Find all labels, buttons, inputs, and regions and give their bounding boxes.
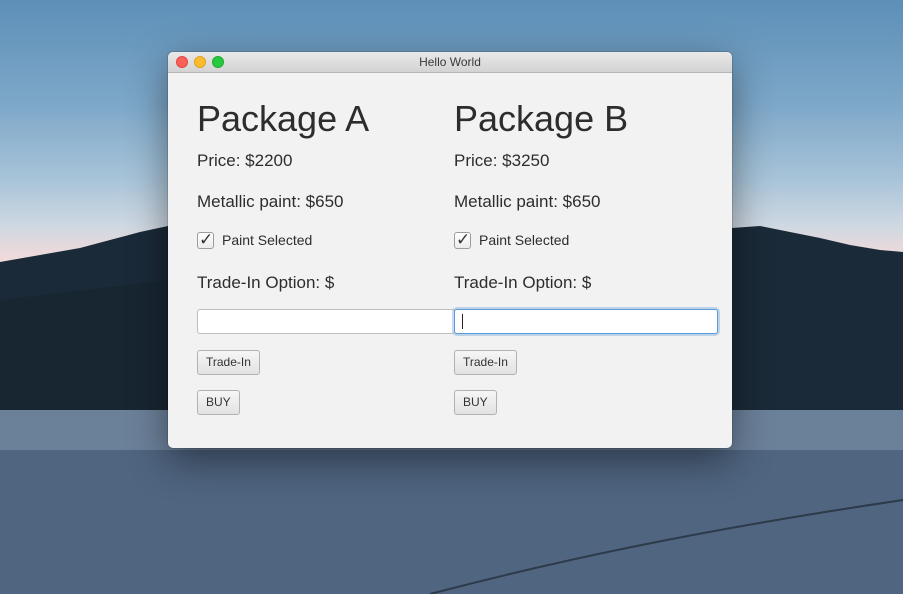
package-b-trade-in-label: Trade-In Option: $ [454,273,592,292]
package-b-metallic-paint: Metallic paint: $650 [454,192,601,211]
package-a-paint-checkbox[interactable]: ✓ [197,229,214,249]
package-b-buy-button[interactable]: BUY [454,390,497,415]
package-a-heading: Package A [197,98,370,139]
desktop-background: Hello World Package A Price: $2200 Metal… [0,0,903,594]
checkmark-icon: ✓ [199,229,214,249]
package-a-trade-in-input[interactable] [197,309,455,334]
package-a-paint-checkbox-label[interactable]: Paint Selected [222,232,312,248]
package-a-trade-in-label: Trade-In Option: $ [197,273,335,292]
package-a-buy-button[interactable]: BUY [197,390,240,415]
window-title: Hello World [419,55,481,69]
checkmark-icon: ✓ [456,229,471,249]
package-b-trade-in-button[interactable]: Trade-In [454,350,517,375]
text-caret [462,314,463,329]
package-a-price: Price: $2200 [197,151,293,170]
app-window: Hello World Package A Price: $2200 Metal… [168,52,732,448]
package-a-trade-in-button[interactable]: Trade-In [197,350,260,375]
package-a-paint-checkbox-row[interactable]: ✓ Paint Selected [197,230,312,250]
package-b-paint-checkbox-label[interactable]: Paint Selected [479,232,569,248]
package-b-paint-checkbox-row[interactable]: ✓ Paint Selected [454,230,569,250]
package-b-price: Price: $3250 [454,151,550,170]
title-bar[interactable]: Hello World [168,52,732,73]
package-b-trade-in-input[interactable] [454,309,718,334]
package-b-heading: Package B [454,98,629,139]
package-a-metallic-paint: Metallic paint: $650 [197,192,344,211]
package-b-paint-checkbox[interactable]: ✓ [454,229,471,249]
